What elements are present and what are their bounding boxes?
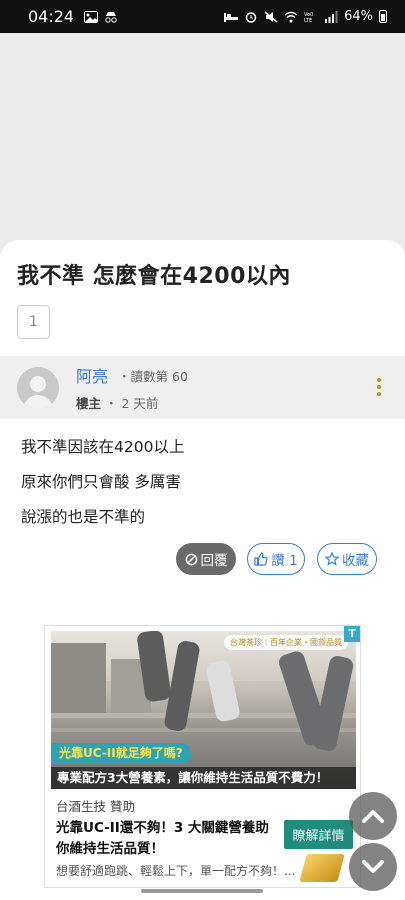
author-info: 阿亮 ・讀數第 60 樓主 ・ 2 天前 <box>76 363 188 412</box>
signal-icon <box>325 10 338 23</box>
like-label: 讚 1 <box>271 553 298 569</box>
gold-bar-icon <box>299 854 345 882</box>
post-content: 我不準因該在4200以上 原來你們只會酸 多厲害 說漲的也是不準的 <box>21 430 184 535</box>
scroll-up-button[interactable] <box>349 792 397 840</box>
read-count: ・讀數第 60 <box>118 368 188 384</box>
op-badge: 樓主 <box>76 396 102 411</box>
page-number-button[interactable]: 1 <box>17 305 50 339</box>
thumbs-up-icon <box>254 552 268 566</box>
reply-label: 回覆 <box>200 553 228 569</box>
ad-choices-icon[interactable]: T <box>344 626 360 642</box>
incognito-icon <box>105 11 117 23</box>
like-button[interactable]: 讚 1 <box>247 543 305 575</box>
wifi-icon <box>284 11 298 22</box>
ad-cta-button[interactable]: 瞭解詳情 <box>284 820 353 849</box>
post-time: 2 天前 <box>121 396 159 411</box>
mute-icon <box>264 10 278 23</box>
home-indicator[interactable] <box>141 889 263 893</box>
status-time: 04:24 <box>28 7 75 26</box>
chevron-up-icon <box>362 810 384 823</box>
volte-icon: Vo0LTE <box>304 12 313 23</box>
ad-headline[interactable]: 光靠UC-II還不夠！3 大關鍵營養助你維持生活品質！ <box>56 818 281 860</box>
ad-tag: 光靠UC-II就足夠了嗎? <box>51 743 191 764</box>
ad-description: 想要舒適跑跳、輕鬆上下，單一配方不夠！... <box>56 864 296 878</box>
scroll-down-button[interactable] <box>349 843 397 891</box>
reply-button[interactable]: 回覆 <box>176 543 236 575</box>
favorite-button[interactable]: 收藏 <box>317 543 377 575</box>
ad-image[interactable]: 台灣茶珍｜百年企業・國貨品質 光靠UC-II就足夠了嗎? 專業配方3大營養素，讓… <box>51 631 356 789</box>
battery-percent: 64% <box>344 9 373 24</box>
ad-sponsor: 台酒生技 贊助 <box>56 799 135 814</box>
battery-icon <box>379 10 387 23</box>
separator: ・ <box>105 396 118 411</box>
post-title: 我不準 怎麼會在4200以內 <box>17 264 291 289</box>
content-line: 說漲的也是不準的 <box>21 508 146 526</box>
image-icon <box>84 10 99 23</box>
ad-card[interactable]: 台灣茶珍｜百年企業・國貨品質 光靠UC-II就足夠了嗎? 專業配方3大營養素，讓… <box>44 625 361 888</box>
chevron-down-icon <box>362 860 384 873</box>
status-bar: 04:24 Vo0 LTE 64% <box>0 0 405 33</box>
star-icon <box>325 552 339 566</box>
ad-banner: 專業配方3大營養素，讓你維持生活品質不費力！ <box>51 767 356 789</box>
author-name[interactable]: 阿亮 <box>76 363 108 387</box>
content-line: 我不準因該在4200以上 <box>21 438 185 456</box>
svg-text:LTE: LTE <box>304 18 312 23</box>
favorite-label: 收藏 <box>342 553 369 569</box>
content-line: 原來你們只會酸 多厲害 <box>21 473 181 491</box>
ad-brand-badge: 台灣茶珍｜百年企業・國貨品質 <box>224 635 348 650</box>
alarm-icon <box>245 11 257 23</box>
avatar[interactable] <box>17 366 59 409</box>
more-options-icon[interactable] <box>377 378 381 396</box>
author-row: 阿亮 ・讀數第 60 樓主 ・ 2 天前 <box>0 356 405 419</box>
block-icon <box>185 553 197 565</box>
bed-icon <box>224 12 239 22</box>
